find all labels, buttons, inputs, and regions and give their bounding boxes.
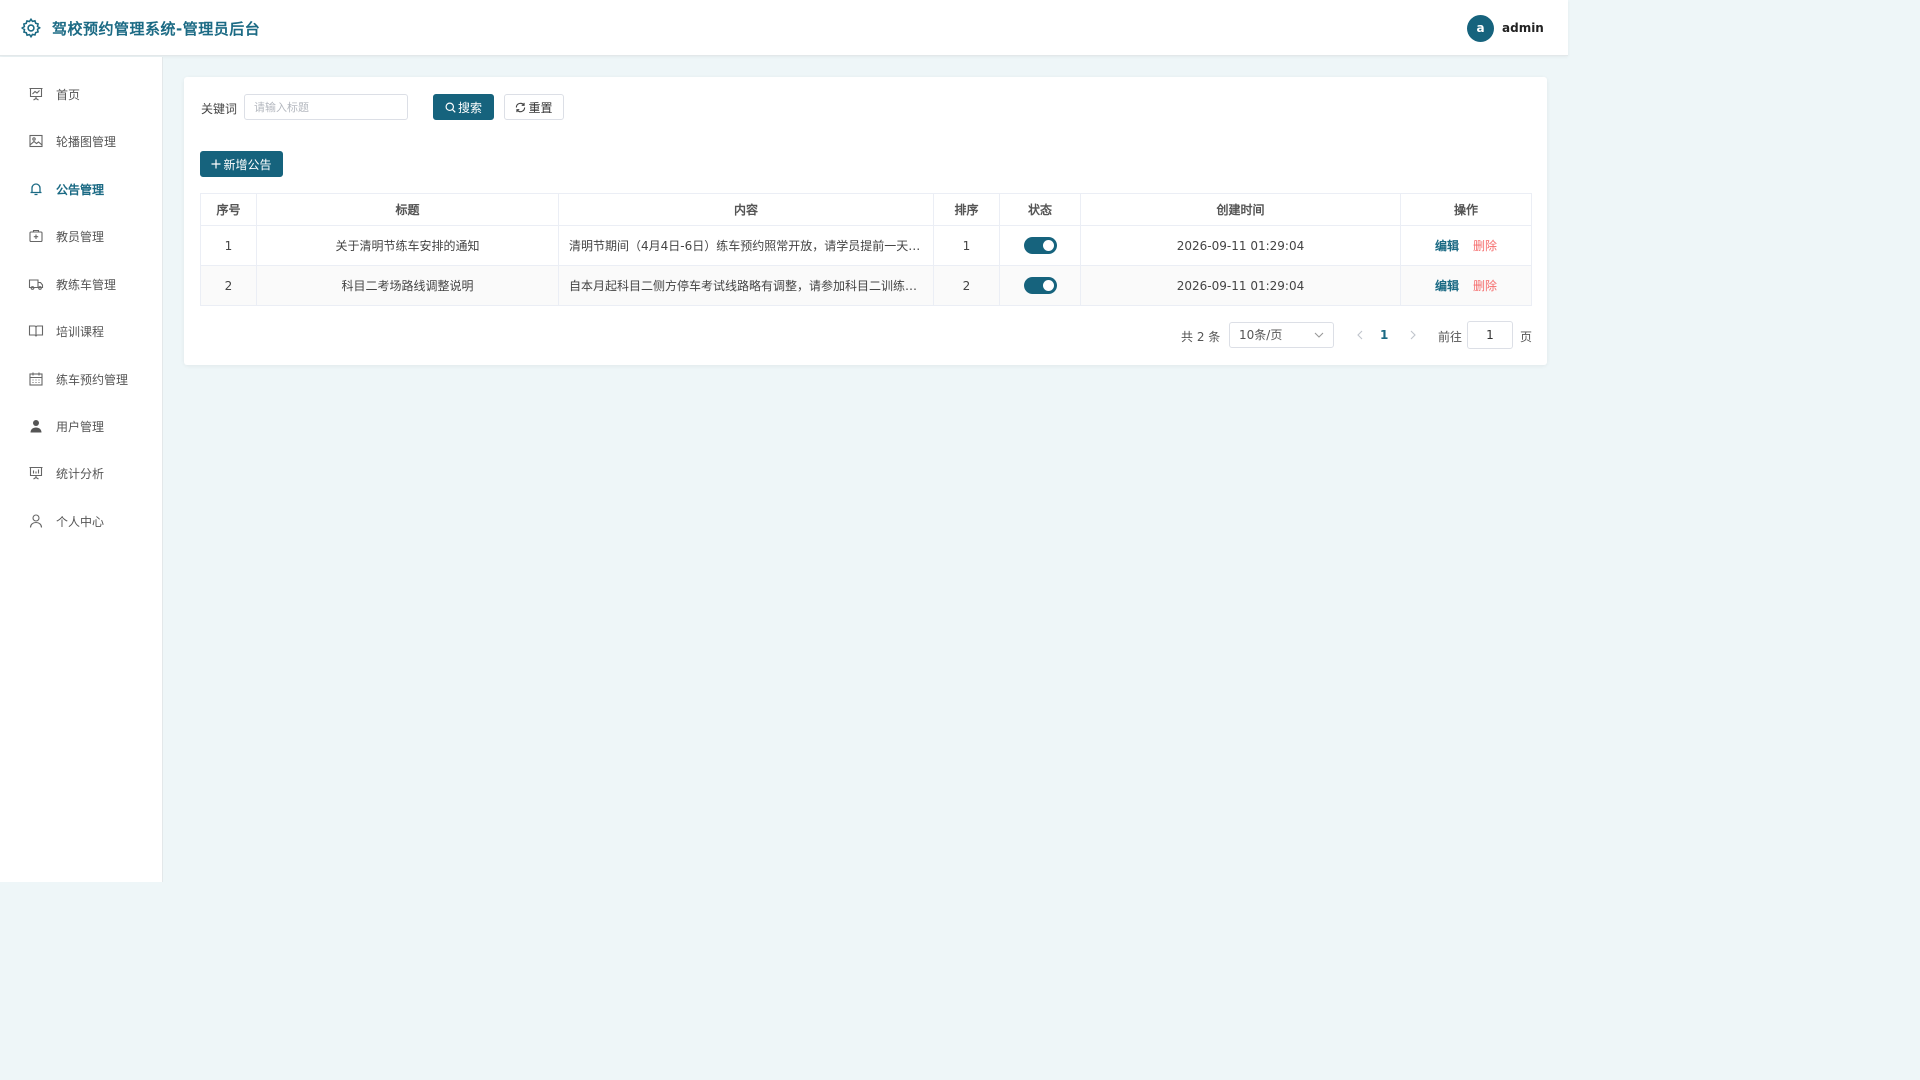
sidebar-item-label: 教员管理 [56, 230, 105, 244]
search-icon [445, 102, 456, 113]
search-button[interactable]: 搜索 [433, 94, 494, 120]
sidebar-item-label: 公告管理 [56, 183, 105, 197]
column-header: 标题 [256, 193, 559, 226]
sidebar-item-label: 个人中心 [56, 515, 105, 529]
goto-page-input[interactable] [1467, 321, 1513, 349]
truck-icon [28, 279, 44, 290]
page-number-current[interactable]: 1 [1380, 328, 1388, 342]
refresh-icon [516, 102, 526, 112]
column-header: 创建时间 [1080, 193, 1401, 226]
goto-label: 前往 [1438, 330, 1463, 344]
bell-icon [30, 183, 42, 196]
sidebar-item-label: 练车预约管理 [56, 373, 129, 387]
column-header: 状态 [999, 193, 1081, 226]
sidebar-item-label: 培训课程 [56, 325, 105, 339]
user-filled-icon [30, 420, 42, 433]
sidebar-item-carousel[interactable]: 轮播图管理 [0, 121, 162, 161]
delete-link[interactable]: 删除 [1473, 239, 1497, 253]
column-header: 操作 [1400, 193, 1532, 226]
search-button-label: 搜索 [457, 100, 482, 115]
gear-icon [20, 17, 41, 39]
edit-link[interactable]: 编辑 [1435, 279, 1459, 293]
sidebar-item-users[interactable]: 用户管理 [0, 406, 162, 446]
top-header: 驾校预约管理系统-管理员后台 a admin [0, 0, 1568, 56]
sidebar-item-profile[interactable]: 个人中心 [0, 501, 162, 541]
cell-status [999, 265, 1081, 306]
sidebar: 首页 轮播图管理 公告管理 教员管理 教练车管理 培训课程 练车预约管理 用户管… [0, 57, 163, 882]
presentation-chart-icon [29, 87, 43, 101]
sidebar-item-courses[interactable]: 培训课程 [0, 311, 162, 351]
sidebar-item-label: 教练车管理 [56, 278, 117, 292]
sidebar-item-label: 轮播图管理 [56, 135, 117, 149]
cell-index: 2 [200, 265, 257, 306]
sidebar-item-statistics[interactable]: 统计分析 [0, 453, 162, 493]
sidebar-item-instructors[interactable]: 教员管理 [0, 216, 162, 256]
notice-table: 序号 标题 内容 排序 状态 创建时间 操作 1 关于清明节练车安排的通知 清明… [200, 193, 1532, 306]
calendar-icon [29, 372, 43, 386]
chevron-down-icon [1314, 332, 1324, 338]
table-header-row: 序号 标题 内容 排序 状态 创建时间 操作 [200, 193, 1532, 226]
column-header: 内容 [558, 193, 934, 226]
cell-title: 科目二考场路线调整说明 [256, 265, 559, 306]
column-header: 序号 [200, 193, 257, 226]
cell-sort: 1 [933, 225, 1000, 266]
add-notice-button[interactable]: 新增公告 [200, 151, 283, 177]
sidebar-item-label: 统计分析 [56, 467, 105, 481]
user-icon [29, 514, 43, 528]
first-aid-kit-icon [29, 229, 43, 243]
avatar[interactable]: a [1467, 15, 1494, 42]
page-size-select[interactable]: 10条/页 [1229, 322, 1334, 348]
sidebar-item-label: 首页 [56, 88, 81, 102]
table-row: 1 关于清明节练车安排的通知 清明节期间（4月4日-6日）练车预约照常开放，请学… [200, 225, 1532, 266]
status-toggle[interactable] [1023, 277, 1057, 294]
sidebar-item-label: 用户管理 [56, 420, 105, 434]
book-open-icon [28, 325, 44, 337]
chevron-left-icon[interactable] [1353, 327, 1367, 343]
data-board-icon [29, 466, 43, 480]
cell-actions: 编辑 删除 [1400, 265, 1532, 306]
cell-index: 1 [200, 225, 257, 266]
sidebar-item-vehicles[interactable]: 教练车管理 [0, 264, 162, 304]
reset-button[interactable]: 重置 [504, 94, 564, 120]
page-size-value: 10条/页 [1239, 328, 1283, 342]
cell-title: 关于清明节练车安排的通知 [256, 225, 559, 266]
notice-list-card: 关键词 搜索 重置 新增公告 序号 标题 内容 排序 状态 创建时间 操作 [184, 77, 1547, 365]
column-header: 排序 [933, 193, 1000, 226]
cell-created: 2026-09-11 01:29:04 [1080, 265, 1401, 306]
keyword-input[interactable] [244, 94, 408, 120]
pagination-total: 共 2 条 [1181, 330, 1221, 344]
keyword-label: 关键词 [201, 102, 238, 116]
image-icon [29, 134, 43, 148]
username[interactable]: admin [1502, 21, 1544, 35]
sidebar-item-notices[interactable]: 公告管理 [0, 169, 162, 209]
app-title: 驾校预约管理系统-管理员后台 [52, 20, 261, 38]
delete-link[interactable]: 删除 [1473, 279, 1497, 293]
edit-link[interactable]: 编辑 [1435, 239, 1459, 253]
sidebar-item-home[interactable]: 首页 [0, 74, 162, 114]
cell-created: 2026-09-11 01:29:04 [1080, 225, 1401, 266]
cell-content: 自本月起科目二侧方停车考试线路略有调整，请参加科目二训练的学… [558, 265, 934, 306]
cell-content: 清明节期间（4月4日-6日）练车预约照常开放，请学员提前一天预… [558, 225, 934, 266]
reset-button-label: 重置 [528, 100, 553, 115]
table-row: 2 科目二考场路线调整说明 自本月起科目二侧方停车考试线路略有调整，请参加科目二… [200, 265, 1532, 306]
cell-actions: 编辑 删除 [1400, 225, 1532, 266]
status-toggle[interactable] [1023, 237, 1057, 254]
plus-icon [211, 159, 221, 169]
chevron-right-icon[interactable] [1406, 327, 1420, 343]
sidebar-item-bookings[interactable]: 练车预约管理 [0, 359, 162, 399]
cell-sort: 2 [933, 265, 1000, 306]
cell-status [999, 225, 1081, 266]
page-unit-label: 页 [1520, 330, 1533, 344]
add-notice-label: 新增公告 [223, 157, 272, 172]
